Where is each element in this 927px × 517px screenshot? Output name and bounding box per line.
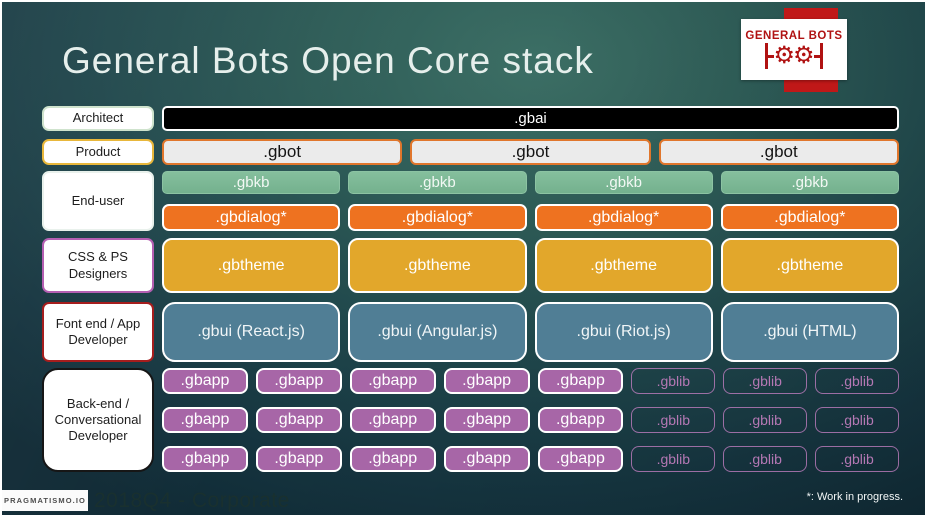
pragmatismo-brand-badge: PRAGMATISMO.IO <box>2 490 88 511</box>
label-product: Product <box>42 139 154 165</box>
stack-box-gbdialog: .gbdialog* <box>720 204 899 231</box>
gear-right-bar <box>819 43 823 69</box>
stack-box-gbot: .gbot <box>658 139 899 165</box>
row-designers: CSS & PS Designers .gbtheme .gbtheme .gb… <box>42 238 899 293</box>
stack-diagram: Architect .gbai Product .gbot .gbot .gbo… <box>42 106 899 472</box>
stack-box-gbtheme: .gbtheme <box>720 238 899 293</box>
stack-box-gbtheme: .gbtheme <box>162 238 341 293</box>
stack-box-gblib: .gblib <box>723 407 808 433</box>
row-product: Product .gbot .gbot .gbot <box>42 139 899 165</box>
stack-box-gblib: .gblib <box>815 407 899 433</box>
gear-icon: ⚙ <box>773 42 795 69</box>
stack-box-gbapp: .gbapp <box>255 368 342 394</box>
stack-box-gbapp: .gbapp <box>255 407 342 433</box>
stack-box-gbapp: .gbapp <box>349 407 436 433</box>
label-backend: Back-end / Conversational Developer <box>42 368 154 472</box>
gear-icon: ⚙ <box>793 42 815 69</box>
stack-box-gbapp: .gbapp <box>162 446 248 472</box>
label-architect: Architect <box>42 106 154 131</box>
row-backend: Back-end / Conversational Developer .gba… <box>42 368 899 472</box>
stack-box-gbapp: .gbapp <box>255 446 342 472</box>
stack-box-gbapp: .gbapp <box>349 446 436 472</box>
page-title: General Bots Open Core stack <box>62 40 594 81</box>
stack-box-gbkb: .gbkb <box>534 171 713 194</box>
slide-canvas: General Bots Open Core stack GENERAL BOT… <box>0 0 927 517</box>
gbdialog-row: .gbdialog* .gbdialog* .gbdialog* .gbdial… <box>162 204 899 231</box>
backend-row-1: .gbapp .gbapp .gbapp .gbapp .gbapp .gbli… <box>162 368 899 394</box>
row-architect: Architect .gbai <box>42 106 899 131</box>
stack-box-gbot: .gbot <box>162 139 403 165</box>
stack-box-gblib: .gblib <box>631 446 716 472</box>
gbkb-row: .gbkb .gbkb .gbkb .gbkb <box>162 171 899 194</box>
backend-row-2: .gbapp .gbapp .gbapp .gbapp .gbapp .gbli… <box>162 407 899 433</box>
stack-box-gblib: .gblib <box>815 368 899 394</box>
stack-box-gbui: .gbui (HTML) <box>720 302 899 362</box>
label-end-user: End-user <box>42 171 154 231</box>
general-bots-logo: GENERAL BOTS ⚙ ⚙ <box>741 2 876 98</box>
stack-box-gbapp: .gbapp <box>443 407 530 433</box>
stack-box-gbkb: .gbkb <box>348 171 527 194</box>
stack-box-gbapp: .gbapp <box>537 368 624 394</box>
stack-box-gbtheme: .gbtheme <box>348 238 527 293</box>
stack-box-gbapp: .gbapp <box>349 368 436 394</box>
logo-card: GENERAL BOTS ⚙ ⚙ <box>741 19 847 80</box>
stack-box-gbui: .gbui (Riot.js) <box>534 302 713 362</box>
stack-box-gbapp: .gbapp <box>443 368 530 394</box>
stack-box-gblib: .gblib <box>723 446 808 472</box>
row-frontend: Font end / App Developer .gbui (React.js… <box>42 302 899 362</box>
stack-box-gbdialog: .gbdialog* <box>534 204 713 231</box>
stack-box-gbui: .gbui (React.js) <box>162 302 341 362</box>
stack-box-gbapp: .gbapp <box>537 446 624 472</box>
stack-box-gblib: .gblib <box>631 407 716 433</box>
footer-text: 2018Q4 - Corporate <box>94 489 290 512</box>
stack-box-gbdialog: .gbdialog* <box>162 204 341 231</box>
stack-box-gbkb: .gbkb <box>720 171 899 194</box>
stack-box-gbkb: .gbkb <box>162 171 341 194</box>
stack-box-gbapp: .gbapp <box>162 368 248 394</box>
logo-brand-text: GENERAL BOTS <box>745 30 843 42</box>
stack-box-gbapp: .gbapp <box>537 407 624 433</box>
stack-box-gblib: .gblib <box>815 446 899 472</box>
label-designers: CSS & PS Designers <box>42 238 154 293</box>
stack-box-gbai: .gbai <box>162 106 899 131</box>
stack-box-gblib: .gblib <box>723 368 808 394</box>
stack-box-gbot: .gbot <box>410 139 651 165</box>
work-in-progress-footnote: *: Work in progress. <box>806 491 903 503</box>
stack-box-gbui: .gbui (Angular.js) <box>348 302 527 362</box>
stack-box-gbapp: .gbapp <box>162 407 248 433</box>
stack-box-gbtheme: .gbtheme <box>534 238 713 293</box>
label-frontend: Font end / App Developer <box>42 302 154 362</box>
gears-icon: ⚙ ⚙ <box>765 42 823 69</box>
stack-box-gbdialog: .gbdialog* <box>348 204 527 231</box>
stack-box-gbapp: .gbapp <box>443 446 530 472</box>
row-end-user: End-user .gbkb .gbkb .gbkb .gbkb .gbdial… <box>42 171 899 231</box>
stack-box-gblib: .gblib <box>631 368 716 394</box>
backend-row-3: .gbapp .gbapp .gbapp .gbapp .gbapp .gbli… <box>162 446 899 472</box>
